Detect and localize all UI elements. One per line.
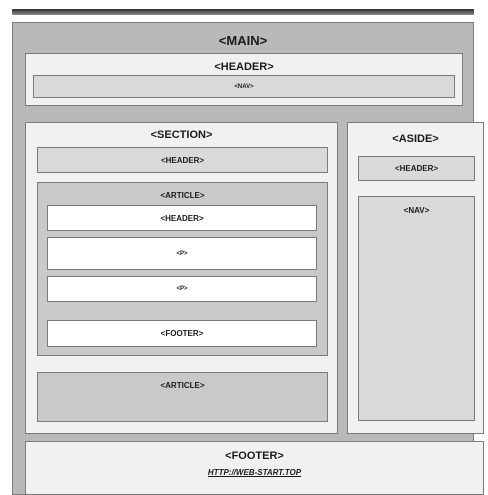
article-header-block: <HEADER> <box>47 205 317 231</box>
aside-header-label: <HEADER> <box>394 164 439 173</box>
paragraph-label-2: <P> <box>176 286 188 292</box>
article-label: <ARTICLE> <box>160 191 205 200</box>
header-nav-label: <NAV> <box>234 83 254 90</box>
article-header-label: <HEADER> <box>160 213 204 223</box>
section-label: <SECTION> <box>150 129 213 141</box>
aside-header-block: <HEADER> <box>358 156 475 181</box>
section-header-label: <HEADER> <box>160 155 205 165</box>
aside-label: <ASIDE> <box>392 133 439 145</box>
section-header-block: <HEADER> <box>37 147 328 173</box>
paragraph-block-2: <P> <box>47 276 317 302</box>
footer-block: <FOOTER> HTTP://WEB-START.TOP <box>25 441 484 495</box>
footer-label: <FOOTER> <box>225 450 284 462</box>
top-rule <box>12 9 474 15</box>
header-nav-block: <NAV> <box>33 75 455 98</box>
article-label-2: <ARTICLE> <box>160 381 205 390</box>
aside-nav-block: <NAV> <box>358 196 475 421</box>
aside-nav-label: <NAV> <box>403 206 430 215</box>
header-block-label: <HEADER> <box>214 61 274 73</box>
article-footer-block: <FOOTER> <box>47 320 317 347</box>
article-footer-label: <FOOTER> <box>160 329 204 338</box>
footer-link[interactable]: HTTP://WEB-START.TOP <box>208 468 301 477</box>
main-label: <MAIN> <box>218 33 268 48</box>
paragraph-block-1: <P> <box>47 237 317 270</box>
paragraph-label-1: <P> <box>176 250 188 257</box>
article-block-2: <ARTICLE> <box>37 372 328 422</box>
